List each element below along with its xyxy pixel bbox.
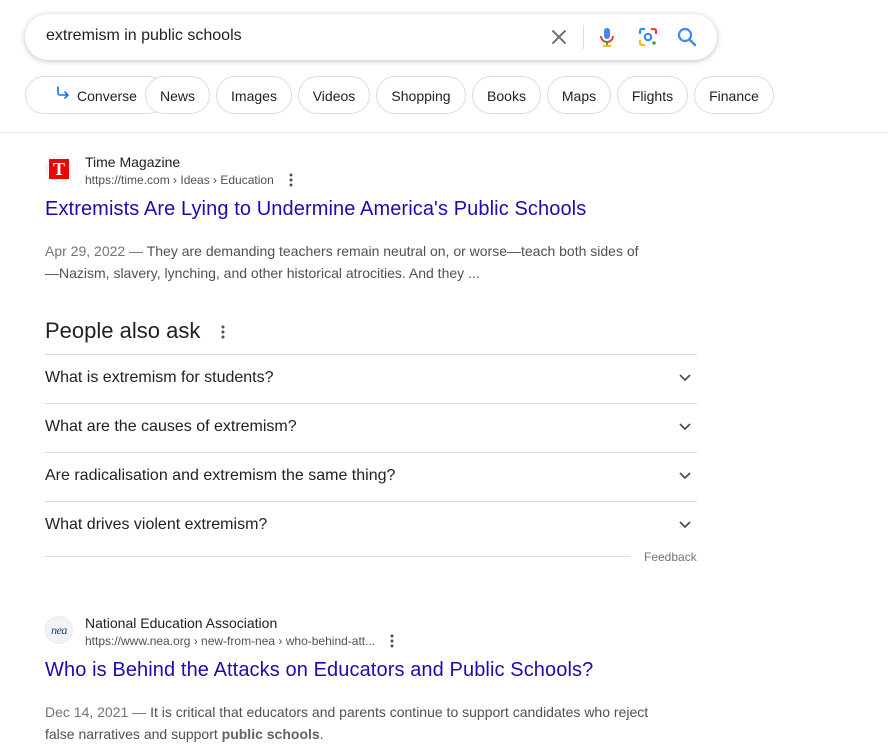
result-date: Apr 29, 2022 — xyxy=(45,243,144,259)
result-date: Dec 14, 2021 — xyxy=(45,704,147,720)
chevron-down-icon xyxy=(679,472,691,480)
site-favicon: T xyxy=(45,155,73,183)
lens-icon[interactable] xyxy=(636,25,660,49)
search-box[interactable]: extremism in public schools xyxy=(25,14,717,60)
more-options-icon[interactable] xyxy=(386,633,398,649)
site-name[interactable]: National Education Association xyxy=(85,615,277,631)
search-icon[interactable] xyxy=(675,25,699,49)
people-also-ask-list: What is extremism for students? What are… xyxy=(45,354,697,550)
result-snippet: Dec 14, 2021 — It is critical that educa… xyxy=(45,701,655,745)
people-also-ask-title: People also ask xyxy=(45,318,201,343)
feedback-link[interactable]: Feedback xyxy=(644,550,697,564)
result-title-link[interactable]: Extremists Are Lying to Undermine Americ… xyxy=(45,198,586,221)
chip-label: News xyxy=(159,88,195,104)
site-favicon: nea xyxy=(45,616,73,644)
header-divider xyxy=(0,132,888,133)
chip-images[interactable]: Images xyxy=(216,76,292,114)
more-options-icon[interactable] xyxy=(285,172,297,188)
paa-divider xyxy=(45,556,630,557)
nea-logo: nea xyxy=(51,622,67,637)
chip-label: Shopping xyxy=(391,88,451,104)
clear-icon[interactable] xyxy=(547,25,571,49)
chip-label: Converse xyxy=(77,88,137,104)
paa-question[interactable]: What are the causes of extremism? xyxy=(45,403,697,452)
chip-label: Finance xyxy=(709,88,759,104)
chip-label: Maps xyxy=(561,88,597,104)
chip-videos[interactable]: Videos xyxy=(298,76,370,114)
site-name[interactable]: Time Magazine xyxy=(85,154,180,170)
site-url[interactable]: https://time.com › Ideas › Education xyxy=(85,173,274,187)
paa-question[interactable]: What is extremism for students? xyxy=(45,354,697,403)
snippet-text-end: . xyxy=(319,726,324,742)
chip-flights[interactable]: Flights xyxy=(617,76,688,114)
paa-question-text: Are radicalisation and extremism the sam… xyxy=(45,467,396,484)
chip-news[interactable]: News xyxy=(145,76,210,114)
search-input[interactable]: extremism in public schools xyxy=(46,27,242,45)
chevron-down-icon xyxy=(679,521,691,529)
time-logo: T xyxy=(49,159,69,179)
search-divider xyxy=(583,25,584,49)
chevron-down-icon xyxy=(679,423,691,431)
chevron-down-icon xyxy=(679,374,691,382)
chip-books[interactable]: Books xyxy=(472,76,541,114)
site-url[interactable]: https://www.nea.org › new-from-nea › who… xyxy=(85,634,375,648)
paa-question-text: What drives violent extremism? xyxy=(45,516,268,533)
paa-question[interactable]: What drives violent extremism? xyxy=(45,501,697,550)
chip-label: Videos xyxy=(312,88,356,104)
converse-arrow-icon xyxy=(55,77,71,115)
chip-finance[interactable]: Finance xyxy=(694,76,774,114)
chip-label: Flights xyxy=(631,88,674,104)
chip-maps[interactable]: Maps xyxy=(547,76,611,114)
result-title-link[interactable]: Who is Behind the Attacks on Educators a… xyxy=(45,659,593,682)
result-snippet: Apr 29, 2022 — They are demanding teache… xyxy=(45,240,655,284)
paa-question-text: What is extremism for students? xyxy=(45,369,274,386)
chip-label: Images xyxy=(231,88,277,104)
chip-shopping[interactable]: Shopping xyxy=(376,76,466,114)
snippet-bold-text: public schools xyxy=(221,726,320,742)
paa-question[interactable]: Are radicalisation and extremism the sam… xyxy=(45,452,697,501)
chip-label: Books xyxy=(487,88,526,104)
microphone-icon[interactable] xyxy=(595,25,619,49)
more-options-icon[interactable] xyxy=(217,324,229,340)
paa-question-text: What are the causes of extremism? xyxy=(45,418,297,435)
